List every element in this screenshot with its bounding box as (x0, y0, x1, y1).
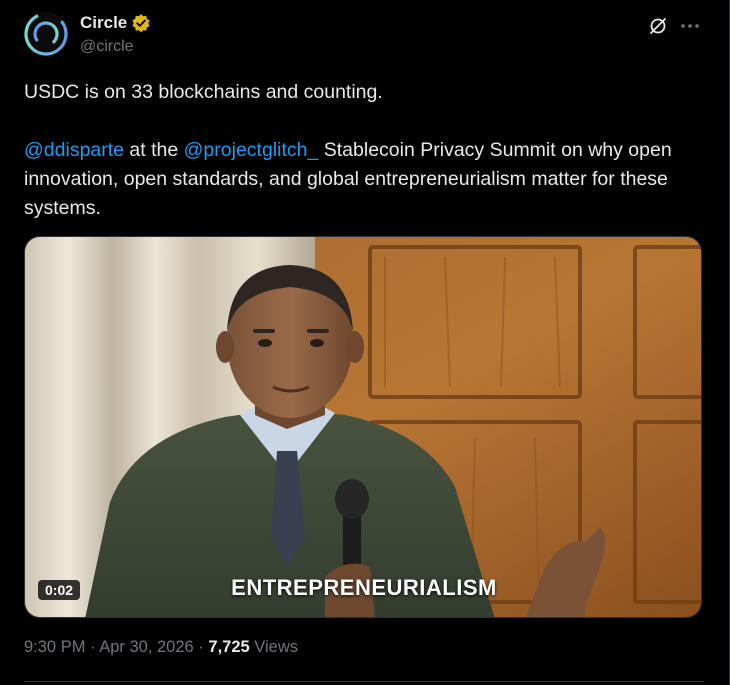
divider (24, 681, 704, 682)
post-text-paragraph: @ddisparte at the @projectglitch_ Stable… (24, 136, 704, 223)
post-time: 9:30 PM (24, 638, 86, 656)
grok-icon[interactable] (646, 14, 670, 38)
post-card: Circle @circle USDC is on 33 blockchains… (0, 0, 730, 685)
video-player[interactable]: 0:02 ENTREPRENEURIALISM (24, 236, 702, 618)
post-text: USDC is on 33 blockchains and counting. … (24, 78, 704, 223)
meta-separator: · (193, 638, 209, 656)
video-frame-image (25, 237, 701, 617)
author-avatar[interactable] (24, 12, 68, 56)
meta-separator: · (85, 638, 100, 656)
author-handle[interactable]: @circle (80, 38, 134, 56)
views-count: 7,725 (208, 638, 250, 656)
verified-badge-icon[interactable] (131, 13, 151, 33)
post-date: Apr 30, 2026 (99, 638, 194, 656)
views-label: Views (249, 638, 298, 656)
post-meta: 9:30 PM · Apr 30, 2026 · 7,725 Views (24, 638, 298, 657)
post-text-segment: at the (124, 139, 184, 161)
video-duration-badge: 0:02 (38, 580, 81, 600)
circle-logo-icon (24, 12, 68, 56)
author-name-row[interactable]: Circle (80, 13, 151, 33)
mention-link-ddisparte[interactable]: @ddisparte (24, 139, 124, 161)
author-display-name[interactable]: Circle (80, 13, 127, 33)
more-options-icon[interactable] (678, 14, 702, 38)
post-time-link[interactable]: 9:30 PM · Apr 30, 2026 (24, 638, 194, 656)
mention-link-projectglitch[interactable]: @projectglitch_ (184, 139, 319, 161)
post-text-line: USDC is on 33 blockchains and counting. (24, 81, 383, 103)
